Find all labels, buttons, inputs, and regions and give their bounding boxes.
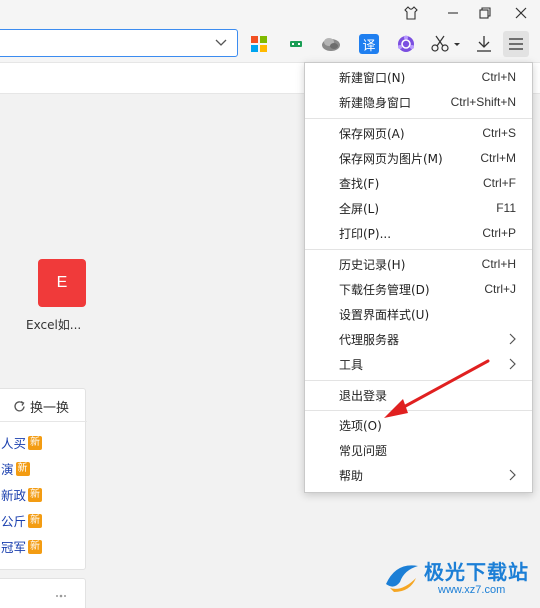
menu-item-label: 工具 [339,357,364,372]
new-badge: 新 [15,461,30,476]
address-bar[interactable] [0,29,238,57]
refresh-label: 换一换 [30,401,70,416]
menu-separator [305,118,532,119]
menu-item-label: 设置界面样式(U) [339,307,430,322]
menu-item-shortcut: Ctrl+N [481,70,516,84]
menu-item-label: 代理服务器 [339,332,400,347]
menu-item-print[interactable]: 打印(P)... Ctrl+P [305,221,532,245]
watermark-logo-icon [386,565,418,592]
extension-icon[interactable] [318,31,344,57]
menu-item-shortcut: F11 [496,201,516,215]
hot-item[interactable]: 冠军新 [1,537,43,556]
content-card [0,578,86,608]
menu-item-shortcut: Ctrl+F [483,176,516,190]
menu-item-fullscreen[interactable]: 全屏(L) F11 [305,196,532,220]
ai-assistant-icon[interactable] [393,31,419,57]
chevron-right-icon [509,358,516,370]
menu-item-shortcut: Ctrl+M [480,151,516,165]
menu-item-save-page[interactable]: 保存网页(A) Ctrl+S [305,121,532,145]
hot-item-text: 演 [1,462,14,477]
menu-item-label: 全屏(L) [339,201,380,216]
hot-news-card: 换一换 人买新 演新 新政新 公斤新 冠军新 [0,388,87,570]
menu-item-label: 历史记录(H) [339,257,406,272]
menu-item-shortcut: Ctrl+S [482,126,516,140]
menu-item-label: 常见问题 [339,443,388,458]
translate-label: 译 [359,34,379,54]
skin-icon[interactable] [401,3,421,23]
hot-item[interactable]: 演新 [1,459,30,478]
game-icon[interactable] [283,31,309,57]
watermark-url: www.xz7.com [438,584,506,596]
tile-letter: E [56,274,68,291]
menu-item-label: 下载任务管理(D) [339,282,430,297]
hot-item[interactable]: 公斤新 [1,511,43,530]
annotation-arrow [384,359,490,418]
screenshot-scissors-icon[interactable] [428,31,462,57]
hot-item-text: 公斤 [1,514,27,529]
menu-item-label: 打印(P)... [339,226,392,241]
hot-item[interactable]: 新政新 [1,485,43,504]
menu-item-help[interactable]: 帮助 [305,463,532,487]
new-badge: 新 [28,513,43,528]
title-bar [0,0,540,26]
menu-item-new-incognito-window[interactable]: 新建隐身窗口 Ctrl+Shift+N [305,90,532,114]
menu-icon[interactable] [503,31,529,57]
tile-label[interactable]: Excel如... [26,316,106,333]
new-badge: 新 [28,435,43,450]
close-icon[interactable] [511,3,531,23]
apps-grid-icon[interactable] [246,31,272,57]
hot-item-text: 人买 [1,436,27,451]
chevron-right-icon [509,333,516,345]
minimize-icon[interactable] [443,3,463,23]
translate-icon[interactable]: 译 [356,31,382,57]
menu-item-shortcut: Ctrl+H [481,257,516,271]
hot-item-text: 冠军 [1,540,27,555]
menu-item-label: 新建隐身窗口 [339,95,412,110]
site-watermark: 极光下载站 www.xz7.com [380,554,538,604]
download-icon[interactable] [471,31,497,57]
menu-item-label: 帮助 [339,468,364,483]
menu-item-label: 查找(F) [339,176,380,191]
menu-item-interface-style[interactable]: 设置界面样式(U) [305,302,532,326]
menu-item-label: 保存网页(A) [339,126,405,141]
menu-item-find[interactable]: 查找(F) Ctrl+F [305,171,532,195]
new-badge: 新 [28,539,43,554]
menu-item-downloads[interactable]: 下载任务管理(D) Ctrl+J [305,277,532,301]
watermark-name: 极光下载站 [424,560,529,584]
excel-shortcut-tile[interactable]: E [38,259,86,307]
refresh-button[interactable]: 换一换 [13,397,69,416]
new-badge: 新 [28,487,43,502]
more-icon[interactable] [55,593,67,599]
divider [0,421,87,422]
refresh-icon [14,400,25,412]
menu-item-proxy-server[interactable]: 代理服务器 [305,327,532,351]
menu-item-save-page-as-image[interactable]: 保存网页为图片(M) Ctrl+M [305,146,532,170]
chevron-right-icon [509,469,516,481]
hot-item[interactable]: 人买新 [1,433,43,452]
menu-item-shortcut: Ctrl+J [484,282,516,296]
menu-separator [305,249,532,250]
menu-item-label: 保存网页为图片(M) [339,151,443,166]
chevron-down-icon[interactable] [215,38,227,48]
menu-item-faq[interactable]: 常见问题 [305,438,532,462]
restore-icon[interactable] [475,3,495,23]
menu-item-shortcut: Ctrl+Shift+N [450,95,516,109]
hot-item-text: 新政 [1,488,27,503]
menu-item-label: 新建窗口(N) [339,70,406,85]
menu-item-history[interactable]: 历史记录(H) Ctrl+H [305,252,532,276]
menu-item-new-window[interactable]: 新建窗口(N) Ctrl+N [305,65,532,89]
menu-item-shortcut: Ctrl+P [482,226,516,240]
toolbar: 译 [0,26,540,62]
